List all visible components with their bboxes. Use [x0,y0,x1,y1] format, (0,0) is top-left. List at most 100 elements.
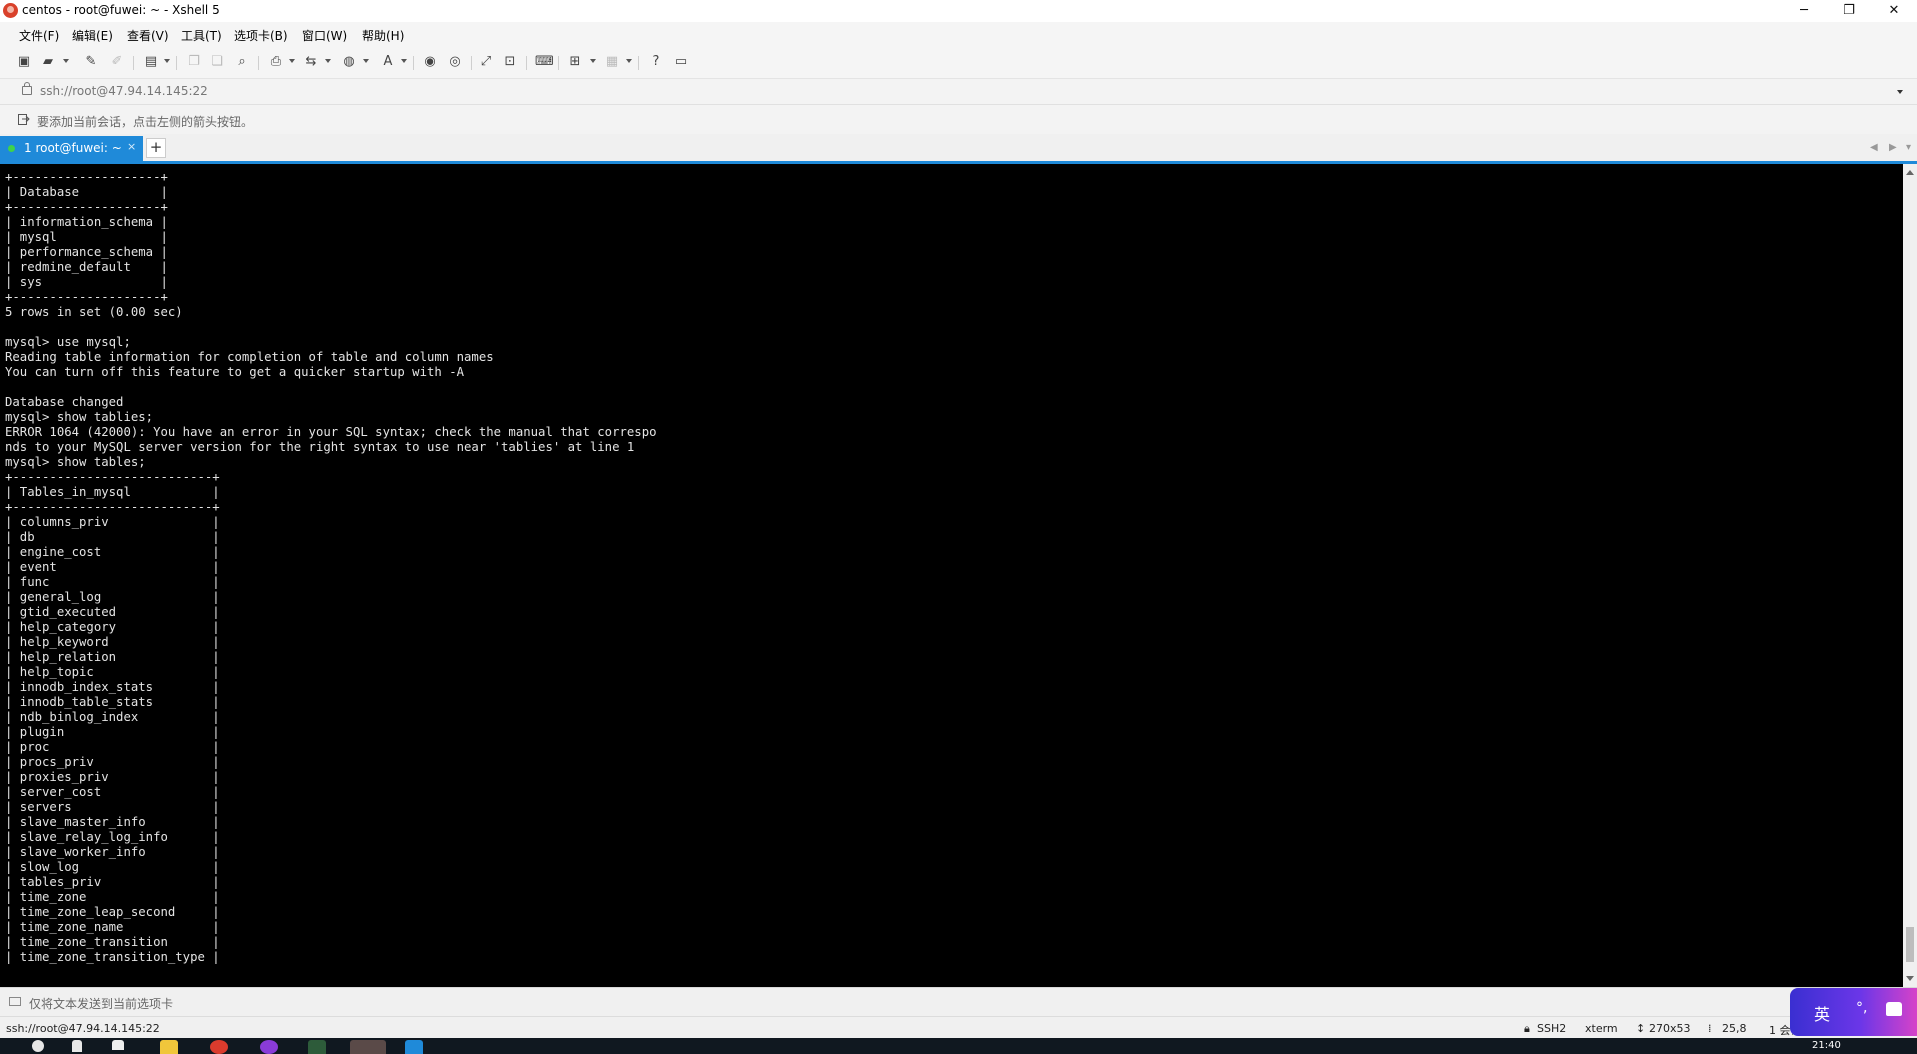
close-button[interactable]: ✕ [1871,0,1917,22]
terminal-line: 5 rows in set (0.00 sec) [5,305,183,319]
paste-icon[interactable]: ❏ [209,54,225,70]
terminal-scrollbar[interactable] [1903,164,1917,987]
scrollbar-thumb[interactable] [1906,927,1914,962]
menu-help[interactable]: 帮助(H) [362,27,404,44]
terminal-line: | gtid_executed | [5,605,220,619]
menu-file[interactable]: 文件(F) [19,27,59,44]
transfer-icon[interactable]: ⇆ [303,54,319,70]
fullscreen-icon[interactable]: ⤢ [478,54,494,70]
menu-tools[interactable]: 工具(T) [181,27,222,44]
terminal-line: | slave_worker_info | [5,845,220,859]
help-icon[interactable]: ? [648,54,664,70]
menu-bar: 文件(F) 编辑(E) 查看(V) 工具(T) 选项卡(B) 窗口(W) 帮助(… [0,22,1917,48]
tab-close-icon[interactable]: × [127,140,136,153]
tab-session-1[interactable]: 1 root@fuwei: ~ × [0,136,143,161]
maximize-button[interactable]: ❐ [1826,0,1872,22]
menu-tabs[interactable]: 选项卡(B) [234,27,288,44]
copy-icon[interactable]: ❐ [186,54,202,70]
terminal-line: +---------------------------+ [5,500,220,514]
terminal-line: | event | [5,560,220,574]
status-bar: ssh://root@47.94.14.145:22 🔒︎ SSH2 xterm… [0,1016,1917,1039]
terminal-line: | time_zone | [5,890,220,904]
add-tab-button[interactable]: + [146,138,166,158]
menu-view[interactable]: 查看(V) [127,27,169,44]
scroll-down-icon[interactable] [1906,976,1914,981]
properties-icon[interactable]: ▤ [143,54,159,70]
menu-window[interactable]: 窗口(W) [302,27,347,44]
terminal-line: | server_cost | [5,785,220,799]
xshell-task-icon[interactable] [350,1040,386,1054]
lock-status-icon: 🔒︎ [1524,1022,1530,1035]
terminal-line: | plugin | [5,725,220,739]
explorer-icon[interactable] [160,1040,178,1054]
app-icon-2[interactable] [308,1040,326,1054]
terminal-line: | time_zone_leap_second | [5,905,220,919]
ime-language-toggle[interactable]: 英 [1814,1001,1830,1025]
compose-bar[interactable]: 仅将文本发送到当前选项卡 [0,987,1917,1017]
address-bar[interactable]: ssh://root@47.94.14.145:22 [0,78,1917,105]
skin-icon[interactable] [1886,1002,1902,1016]
compose-input[interactable]: 仅将文本发送到当前选项卡 [29,995,173,1012]
app-icon[interactable] [260,1040,278,1054]
add-session-arrow-icon[interactable] [18,113,30,125]
start-icon[interactable] [32,1040,44,1052]
reconnect-icon[interactable]: ✎ [83,54,99,70]
ime-toolbar[interactable]: 英 °, [1790,988,1917,1036]
terminal-line: | time_zone_transition_type | [5,950,220,964]
terminal-line: | columns_priv | [5,515,220,529]
menu-edit[interactable]: 编辑(E) [72,27,113,44]
status-term-type: xterm [1585,1022,1618,1035]
app-icon-3[interactable] [405,1040,423,1054]
terminal-line: | slave_relay_log_info | [5,830,220,844]
tab-next-icon[interactable]: ▶ [1889,142,1897,153]
xftp-icon[interactable]: ◉ [422,54,438,70]
lock-icon[interactable]: ⊡ [502,54,518,70]
tab-bar: 1 root@fuwei: ~ × + ◀ ▶ ▾ [0,134,1917,164]
terminal-line: | help_topic | [5,665,220,679]
layout-icon[interactable]: ▦ [604,54,620,70]
compose-icon[interactable] [9,997,21,1006]
terminal-output[interactable]: +--------------------+ | Database | +---… [0,164,1903,965]
terminal-line: +--------------------+ [5,200,168,214]
terminal-line: nds to your MySQL server version for the… [5,440,635,454]
tab-menu-icon[interactable]: ▾ [1906,142,1911,153]
xmanager-icon[interactable]: ◎ [447,54,463,70]
terminal-line: | func | [5,575,220,589]
connection-status-icon [8,145,15,152]
minimize-button[interactable]: ─ [1781,0,1827,22]
toolbar: ▣ ▰ ✎ ✐ ▤ ❐ ❏ ⌕ ⎙ ⇆ ◍ A ◉ ◎ ⤢ ⊡ ⌨ ⊞ ▦ ? … [0,48,1917,78]
tab-label: 1 root@fuwei: ~ [24,141,122,155]
terminal-line: | general_log | [5,590,220,604]
terminal-line: | redmine_default | [5,260,168,274]
print-icon[interactable]: ⎙ [268,54,284,70]
chat-icon[interactable]: ▭ [673,54,689,70]
open-folder-icon[interactable]: ▰ [40,54,56,70]
terminal-line: | sys | [5,275,168,289]
chrome-icon[interactable] [210,1040,228,1054]
terminal-area[interactable]: +--------------------+ | Database | +---… [0,164,1903,987]
ime-punctuation-toggle[interactable]: °, [1856,1000,1867,1016]
font-icon[interactable]: A [380,54,396,70]
terminal-line: | servers | [5,800,220,814]
terminal-line: Reading table information for completion… [5,350,494,364]
compose-icon[interactable]: ⊞ [567,54,583,70]
new-session-icon[interactable]: ▣ [16,54,32,70]
terminal-line: | innodb_index_stats | [5,680,220,694]
address-dropdown-icon[interactable] [1897,90,1903,94]
address-field[interactable]: ssh://root@47.94.14.145:22 [40,84,208,98]
scroll-up-icon[interactable] [1906,170,1914,175]
find-icon[interactable]: ⌕ [234,54,250,70]
keyboard-icon[interactable]: ⌨ [535,54,554,70]
cursor-position-icon: ⁞ [1708,1022,1712,1035]
session-hint-text: 要添加当前会话，点击左侧的箭头按钮。 [37,115,254,129]
xshell-logo-icon [3,3,18,18]
status-protocol: SSH2 [1537,1022,1567,1035]
terminal-line: mysql> use mysql; [5,335,131,349]
tab-prev-icon[interactable]: ◀ [1870,142,1878,153]
search-icon[interactable] [72,1040,82,1052]
terminal-line: | Tables_in_mysql | [5,485,220,499]
globe-icon[interactable]: ◍ [341,54,357,70]
task-view-icon[interactable] [112,1040,124,1050]
disconnect-icon[interactable]: ✐ [109,54,125,70]
terminal-line: | time_zone_transition | [5,935,220,949]
